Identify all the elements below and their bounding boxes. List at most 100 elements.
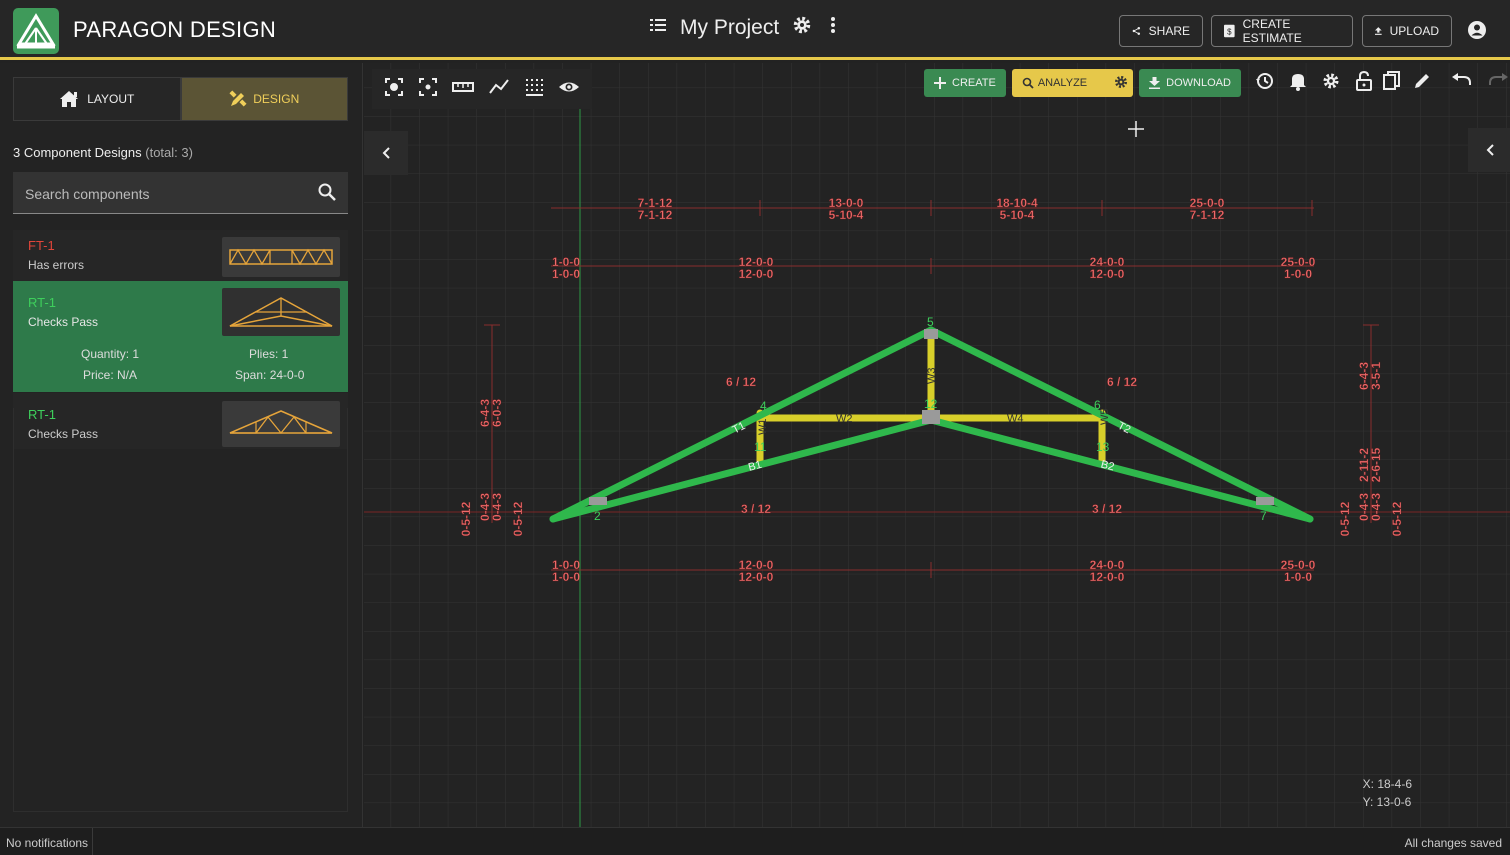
mid-dim-1-b: 1-0-0 <box>552 267 580 281</box>
truss-drawing[interactable]: T1 T2 B1 B2 W1 W2 W3 W4 W5 2 4 5 6 7 11 … <box>364 63 1510 827</box>
bottom-dim-4-b: 1-0-0 <box>1284 570 1312 584</box>
joint-label-2: 2 <box>594 509 601 523</box>
create-estimate-label: CREATE ESTIMATE <box>1242 17 1302 45</box>
tab-layout[interactable]: LAYOUT <box>13 77 181 121</box>
component-card-ft-1[interactable]: FT-1 Has errors <box>13 230 348 284</box>
create-label: CREATE <box>952 77 996 89</box>
joint-label-11: 11 <box>754 440 767 454</box>
settings-gear-icon[interactable] <box>1321 71 1341 96</box>
component-count: 3 Component Designs (total: 3) <box>13 145 193 160</box>
bell-icon[interactable] <box>1289 71 1307 96</box>
right-edge-dim-2: 0-5-12 <box>1390 501 1404 536</box>
analyze-button[interactable]: ANALYZE <box>1011 69 1134 97</box>
right-small-b: 0-4-3 <box>1369 493 1383 521</box>
house-icon <box>60 91 79 107</box>
left-small-b: 0-4-3 <box>490 493 504 521</box>
component-status: Has errors <box>28 258 85 272</box>
create-estimate-button[interactable]: $ CREATE ESTIMATE <box>1211 15 1353 47</box>
member-label-w4: W4 <box>1007 413 1024 425</box>
fit-screen-icon[interactable] <box>384 77 404 102</box>
copy-icon[interactable] <box>1382 70 1401 96</box>
notifications-status[interactable]: No notifications <box>6 836 88 850</box>
download-button[interactable]: DOWNLOAD <box>1139 69 1241 97</box>
floor-truss-thumbnail <box>222 237 340 277</box>
view-toolbar <box>372 69 592 109</box>
redo-icon[interactable] <box>1488 72 1509 94</box>
design-canvas[interactable]: T1 T2 B1 B2 W1 W2 W3 W4 W5 2 4 5 6 7 11 … <box>364 63 1510 827</box>
project-list-icon[interactable] <box>648 15 668 40</box>
plus-icon <box>934 77 946 89</box>
component-price: Price: N/A <box>83 368 138 382</box>
grid-dots-icon[interactable] <box>524 77 544 102</box>
estimate-doc-icon: $ <box>1224 24 1235 38</box>
svg-text:$: $ <box>1227 28 1232 37</box>
upload-button[interactable]: UPLOAD <box>1362 15 1452 47</box>
tab-design[interactable]: DESIGN <box>180 77 348 121</box>
create-button[interactable]: CREATE <box>924 69 1006 97</box>
analyze-search-icon <box>1022 77 1034 89</box>
project-settings-gear-icon[interactable] <box>791 14 813 41</box>
history-icon[interactable] <box>1255 71 1275 96</box>
component-name: FT-1 <box>28 238 55 253</box>
component-span: Span: 24-0-0 <box>235 368 305 382</box>
top-dim-4-b: 7-1-12 <box>1190 208 1225 222</box>
project-title[interactable]: My Project <box>680 16 779 40</box>
bottom-dim-2-b: 12-0-0 <box>739 570 774 584</box>
account-icon[interactable] <box>1467 20 1487 45</box>
eye-visibility-icon[interactable] <box>558 77 580 102</box>
share-icon <box>1132 26 1141 36</box>
cursor-coordinates: X: 18-4-6 Y: 13-0-6 <box>1363 775 1412 811</box>
analyze-settings-gear-icon[interactable] <box>1113 74 1129 93</box>
top-dim-3-b: 5-10-4 <box>1000 208 1035 222</box>
download-icon <box>1149 77 1161 89</box>
bottom-dim-3-b: 12-0-0 <box>1090 570 1125 584</box>
ruler-icon[interactable] <box>452 77 474 102</box>
search-box <box>13 172 348 214</box>
pitch-bottom-right: 3 / 12 <box>1092 502 1122 516</box>
status-bar: No notifications All changes saved <box>0 827 1510 855</box>
edit-pencil-icon[interactable] <box>1413 72 1431 95</box>
bottom-dim-1-b: 1-0-0 <box>552 570 580 584</box>
cursor-x: X: 18-4-6 <box>1362 777 1412 791</box>
component-quantity: Quantity: 1 <box>81 347 140 361</box>
focus-center-icon[interactable] <box>418 77 438 102</box>
component-count-label: 3 Component Designs <box>13 145 142 160</box>
left-height-b: 6-0-3 <box>490 399 504 427</box>
tab-layout-label: LAYOUT <box>87 92 135 106</box>
action-toolbar: CREATE ANALYZE DOWNLOAD <box>924 69 1509 97</box>
line-chart-icon[interactable] <box>488 77 510 102</box>
share-button[interactable]: SHARE <box>1119 15 1203 47</box>
component-panel: LAYOUT DESIGN 3 Component Designs (total… <box>0 63 363 827</box>
search-input[interactable] <box>23 182 307 206</box>
component-count-total: (total: 3) <box>145 145 193 160</box>
project-header: My Project <box>648 14 841 41</box>
joint-label-6: 6 <box>1094 398 1101 412</box>
collapse-right-panel-button[interactable] <box>1468 128 1510 172</box>
tab-design-label: DESIGN <box>253 92 300 106</box>
lock-open-icon[interactable] <box>1355 70 1373 96</box>
upload-label: UPLOAD <box>1389 24 1439 38</box>
status-divider <box>92 828 93 855</box>
paragon-logo[interactable] <box>13 8 59 54</box>
joint-label-4: 4 <box>760 399 767 413</box>
search-icon[interactable] <box>318 183 336 206</box>
more-vert-icon[interactable] <box>825 15 841 40</box>
member-label-w1: W1 <box>757 419 769 436</box>
component-name: RT-1 <box>28 295 56 310</box>
right-height-b: 3-5-1 <box>1369 362 1383 390</box>
pitch-bottom-left: 3 / 12 <box>741 502 771 516</box>
collapse-left-panel-button[interactable] <box>364 131 408 175</box>
member-label-w2: W2 <box>836 413 853 425</box>
joint-label-13: 13 <box>1096 440 1110 454</box>
right-mid-b: 2-6-15 <box>1369 447 1383 482</box>
upload-icon <box>1375 27 1382 35</box>
design-tools-icon <box>229 90 247 107</box>
panel-tabs: LAYOUT DESIGN <box>13 77 348 121</box>
mid-dim-3-b: 12-0-0 <box>1090 267 1125 281</box>
top-bar: PARAGON DESIGN My Project SHARE $ CREATE… <box>0 0 1510 60</box>
component-card-rt-1-selected[interactable]: RT-1 Checks Pass Quantity: 1 Plies: 1 Pr… <box>13 281 348 392</box>
undo-icon[interactable] <box>1451 72 1471 94</box>
right-edge-dim: 0-5-12 <box>1338 501 1352 536</box>
share-label: SHARE <box>1148 24 1190 38</box>
brand-name: PARAGON DESIGN <box>73 17 277 42</box>
